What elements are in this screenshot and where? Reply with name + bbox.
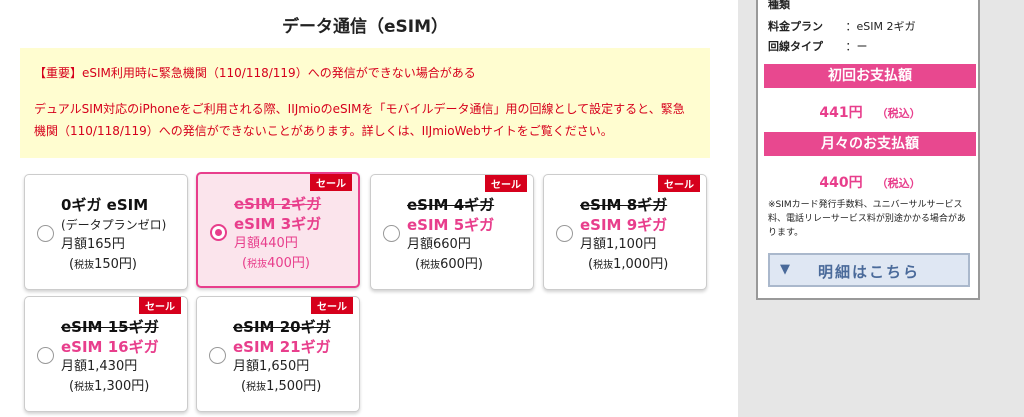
sale-badge: セール	[485, 175, 527, 192]
details-button-label: 明細はこちら	[818, 263, 921, 281]
tax-excluded-price: 150円	[94, 257, 132, 272]
section-title: データ通信（eSIM）	[281, 17, 448, 37]
show-details-button[interactable]: ▼ 明細はこちら	[768, 253, 970, 287]
monthly-payment-amount: 440円 （税込）	[758, 172, 982, 192]
plan-subtitle: (データプランゼロ)	[61, 218, 167, 232]
plan-old-name: eSIM 15ギガ	[61, 318, 159, 336]
tax-excluded-label: 税抜	[74, 382, 95, 393]
plan-old-name: eSIM 8ギガ	[580, 196, 668, 214]
tax-excluded-price: 1,500円	[266, 379, 317, 394]
summary-plan-label: 料金プラン	[768, 20, 823, 33]
summary-plan-row: 料金プラン ：eSIM 2ギガ	[768, 18, 915, 34]
plan-new-name: eSIM 9ギガ	[580, 216, 668, 234]
plan-monthly-price: 月額165円	[61, 237, 125, 252]
initial-payment-amount: 441円 （税込）	[758, 102, 982, 122]
tax-excluded-price: 400円	[267, 256, 305, 271]
plan-option-esim-3giga[interactable]: セール eSIM 2ギガ eSIM 3ギガ 月額440円 (税抜400円)	[196, 172, 360, 288]
plan-old-name: eSIM 2ギガ	[234, 195, 322, 213]
sale-badge: セール	[139, 297, 181, 314]
emergency-call-notice: 【重要】eSIM利用時に緊急機関（110/118/119）への発信ができない場合…	[20, 48, 710, 158]
summary-plan-value: ：eSIM 2ギガ	[845, 20, 916, 33]
sale-badge: セール	[310, 174, 352, 191]
plan-new-name: eSIM 5ギガ	[407, 216, 495, 234]
plan-monthly-price: 月額1,430円	[61, 359, 138, 374]
monthly-payment-header: 月々のお支払額	[764, 132, 976, 156]
tax-excluded-label: 税抜	[593, 260, 614, 271]
summary-type-row: 種類	[768, 0, 842, 12]
tax-excluded-label: 税抜	[246, 382, 267, 393]
plan-radio[interactable]	[37, 347, 54, 364]
sale-badge: セール	[311, 297, 353, 314]
plan-radio[interactable]	[556, 225, 573, 242]
monthly-amount-value: 440円	[819, 175, 863, 191]
tax-excluded-label: 税抜	[420, 260, 441, 271]
plan-radio[interactable]	[383, 225, 400, 242]
plan-radio-selected[interactable]	[210, 224, 227, 241]
fee-disclaimer: ※SIMカード発行手数料、ユニバーサルサービス料、電話リレーサービス料が別途かか…	[768, 200, 966, 238]
plan-radio[interactable]	[209, 347, 226, 364]
tax-excluded-price: 1,300円	[94, 379, 145, 394]
plan-name: 0ギガ eSIM	[61, 196, 149, 214]
plan-option-esim-21giga[interactable]: セール eSIM 20ギガ eSIM 21ギガ 月額1,650円 (税抜1,50…	[196, 296, 360, 412]
plan-old-name: eSIM 20ギガ	[233, 318, 331, 336]
tax-excluded-price: 600円	[440, 257, 478, 272]
tax-excluded-price: 1,000円	[613, 257, 664, 272]
plan-new-name: eSIM 21ギガ	[233, 338, 331, 356]
plan-monthly-price: 月額1,650円	[233, 359, 310, 374]
chevron-down-icon: ▼	[780, 262, 790, 277]
plan-monthly-price: 月額440円	[234, 236, 298, 251]
plan-old-name: eSIM 4ギガ	[407, 196, 495, 214]
summary-type-label: 種類	[768, 0, 790, 11]
summary-line-value: ：ー	[845, 40, 868, 53]
initial-payment-header: 初回お支払額	[764, 64, 976, 88]
plan-radio[interactable]	[37, 225, 54, 242]
tax-excluded-label: 税抜	[247, 259, 268, 270]
tax-excluded-label: 税抜	[74, 260, 95, 271]
plan-monthly-price: 月額660円	[407, 237, 471, 252]
initial-amount-tax: （税込）	[876, 107, 921, 120]
notice-body: デュアルSIM対応のiPhoneをご利用される際、IIJmioのeSIMを「モバ…	[34, 102, 685, 138]
monthly-amount-tax: （税込）	[876, 177, 921, 190]
plan-new-name: eSIM 16ギガ	[61, 338, 159, 356]
plan-option-esim-9giga[interactable]: セール eSIM 8ギガ eSIM 9ギガ 月額1,100円 (税抜1,000円…	[543, 174, 707, 290]
summary-line-label: 回線タイプ	[768, 40, 823, 53]
plan-monthly-price: 月額1,100円	[580, 237, 657, 252]
summary-line-row: 回線タイプ ：ー	[768, 38, 868, 54]
plan-option-esim-16giga[interactable]: セール eSIM 15ギガ eSIM 16ギガ 月額1,430円 (税抜1,30…	[24, 296, 188, 412]
plan-new-name: eSIM 3ギガ	[234, 215, 322, 233]
plan-option-esim-5giga[interactable]: セール eSIM 4ギガ eSIM 5ギガ 月額660円 (税抜600円)	[370, 174, 534, 290]
plan-option-0giga[interactable]: 0ギガ eSIM (データプランゼロ) 月額165円 (税抜150円)	[24, 174, 188, 290]
notice-heading: 【重要】eSIM利用時に緊急機関（110/118/119）への発信ができない場合…	[34, 66, 476, 80]
initial-amount-value: 441円	[819, 105, 863, 121]
sale-badge: セール	[658, 175, 700, 192]
plan-selection-panel: データ通信（eSIM） 【重要】eSIM利用時に緊急機関（110/118/119…	[0, 0, 730, 417]
